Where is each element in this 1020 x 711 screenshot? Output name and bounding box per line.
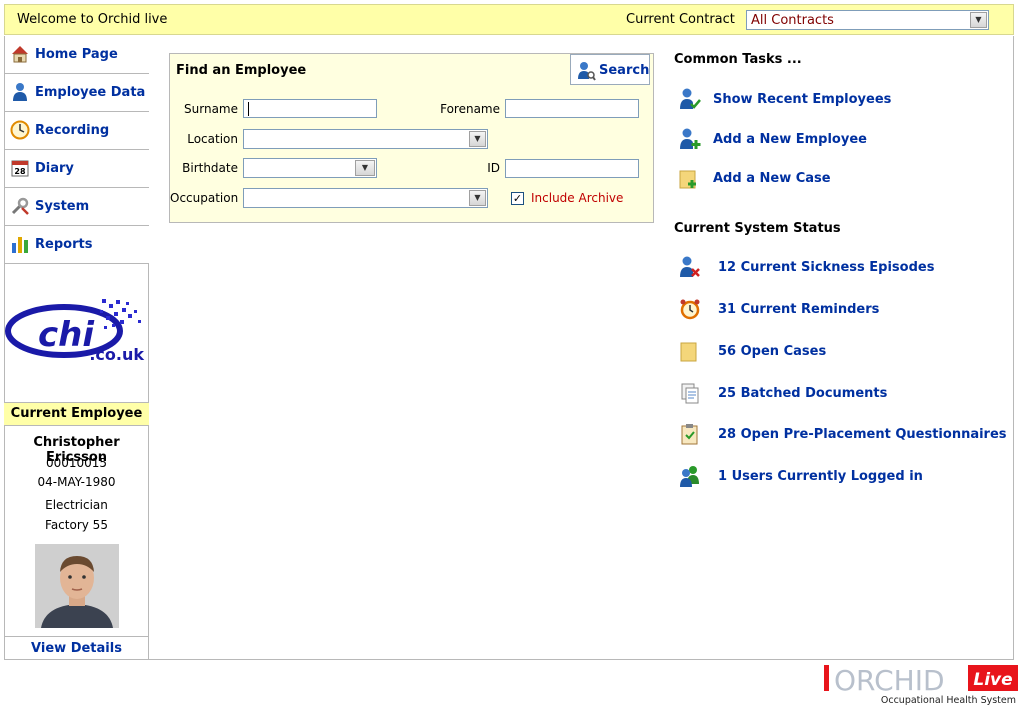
surname-input[interactable] [243, 99, 377, 118]
search-button[interactable]: Search [570, 54, 650, 85]
calendar-dropdown-icon[interactable]: ▼ [355, 160, 375, 176]
sidebar-item-label: System [35, 199, 90, 214]
task-add-new-employee[interactable]: Add a New Employee [678, 127, 918, 153]
id-label: ID [487, 161, 500, 175]
employee-dob: 04-MAY-1980 [37, 475, 116, 489]
chevron-down-icon[interactable]: ▼ [970, 12, 987, 28]
tools-icon [11, 197, 29, 215]
bar-chart-icon [12, 237, 28, 253]
sidebar: Home Page Employee Data Recording 28 Dia… [4, 36, 149, 660]
brand-tagline: Occupational Health System [881, 695, 1016, 706]
status-label: 56 Open Cases [718, 344, 827, 359]
task-add-new-case[interactable]: Add a New Case [678, 166, 918, 192]
surname-label: Surname [184, 102, 238, 116]
clipboard-icon [681, 424, 698, 445]
brand-badge: Live [973, 670, 1012, 690]
calendar-icon: 28 [11, 160, 29, 177]
status-current-reminders[interactable]: 31 Current Reminders [678, 297, 978, 323]
forename-label: Forename [440, 102, 500, 116]
orchid-live-logo: ORCHID Live Occupational Health System [822, 663, 1018, 707]
common-tasks-title: Common Tasks ... [674, 52, 802, 67]
chi-logo: chi .co.uk [4, 264, 149, 402]
status-label: 28 Open Pre-Placement Questionnaires [718, 427, 1007, 442]
sidebar-item-employee-data[interactable]: Employee Data [4, 74, 149, 112]
status-label: 12 Current Sickness Episodes [718, 260, 935, 275]
contract-select-value: All Contracts [751, 13, 834, 28]
include-archive-label: Include Archive [531, 191, 624, 205]
sidebar-item-label: Recording [35, 123, 110, 138]
person-add-icon [680, 128, 701, 149]
sidebar-item-label: Diary [35, 161, 74, 176]
logo-domain-text: .co.uk [89, 345, 144, 364]
occupation-label: Occupation [170, 191, 239, 205]
chevron-down-icon[interactable]: ▼ [469, 190, 486, 206]
clock-icon [10, 120, 30, 140]
person-check-icon [680, 88, 701, 109]
person-cross-icon [680, 256, 700, 277]
sidebar-item-diary[interactable]: 28 Diary [4, 150, 149, 188]
status-label: 31 Current Reminders [718, 302, 880, 317]
id-input[interactable] [505, 159, 639, 178]
find-employee-panel: Find an Employee Search Surname Forename… [169, 53, 654, 223]
folder-add-icon [679, 170, 696, 189]
task-label: Add a New Case [713, 171, 831, 186]
occupation-select[interactable]: ▼ [243, 188, 488, 208]
welcome-title: Welcome to Orchid live [17, 12, 168, 27]
employee-location: Factory 55 [45, 518, 108, 532]
documents-icon [681, 383, 699, 404]
alarm-clock-icon [680, 299, 700, 320]
logo-main-text: chi [38, 315, 95, 355]
sidebar-item-label: Reports [35, 237, 93, 252]
person-search-icon [578, 62, 596, 81]
current-contract-label: Current Contract [626, 12, 735, 27]
find-employee-title: Find an Employee [176, 63, 307, 78]
header-bar: Welcome to Orchid live Current Contract … [4, 4, 1014, 35]
task-label: Add a New Employee [713, 132, 867, 147]
current-employee-title: Current Employee [4, 402, 149, 426]
birthdate-input[interactable]: ▼ [243, 158, 377, 178]
status-users-logged-in[interactable]: 1 Users Currently Logged in [678, 464, 978, 490]
sidebar-item-home[interactable]: Home Page [4, 36, 149, 74]
brand-name: ORCHID [834, 664, 945, 697]
sidebar-item-recording[interactable]: Recording [4, 112, 149, 150]
task-label: Show Recent Employees [713, 92, 892, 107]
svg-text:28: 28 [14, 167, 26, 176]
person-icon [13, 83, 27, 101]
location-label: Location [187, 132, 238, 146]
sidebar-item-system[interactable]: System [4, 188, 149, 226]
chevron-down-icon[interactable]: ▼ [469, 131, 486, 147]
employee-photo [35, 544, 119, 628]
folder-icon [680, 342, 697, 362]
home-icon [12, 46, 28, 63]
contract-select[interactable]: All Contracts ▼ [746, 10, 989, 30]
location-select[interactable]: ▼ [243, 129, 488, 149]
employee-occupation: Electrician [45, 498, 108, 512]
sidebar-item-label: Employee Data [35, 85, 146, 100]
users-icon [680, 466, 699, 487]
status-batched-documents[interactable]: 25 Batched Documents [678, 381, 978, 407]
status-label: 1 Users Currently Logged in [718, 469, 923, 484]
text-caret [248, 102, 249, 116]
birthdate-label: Birthdate [182, 161, 238, 175]
view-details-link[interactable]: View Details [4, 636, 149, 660]
task-show-recent-employees[interactable]: Show Recent Employees [678, 87, 918, 113]
search-button-label: Search [599, 63, 650, 78]
status-sickness-episodes[interactable]: 12 Current Sickness Episodes [678, 255, 978, 281]
system-status-title: Current System Status [674, 221, 841, 236]
sidebar-item-label: Home Page [35, 47, 118, 62]
sidebar-item-reports[interactable]: Reports [4, 226, 149, 264]
include-archive-checkbox[interactable]: ✓ [511, 192, 524, 205]
status-pre-placement-questionnaires[interactable]: 28 Open Pre-Placement Questionnaires [678, 422, 1007, 448]
status-label: 25 Batched Documents [718, 386, 888, 401]
employee-id: 00010015 [45, 456, 108, 470]
status-open-cases[interactable]: 56 Open Cases [678, 339, 978, 365]
forename-input[interactable] [505, 99, 639, 118]
